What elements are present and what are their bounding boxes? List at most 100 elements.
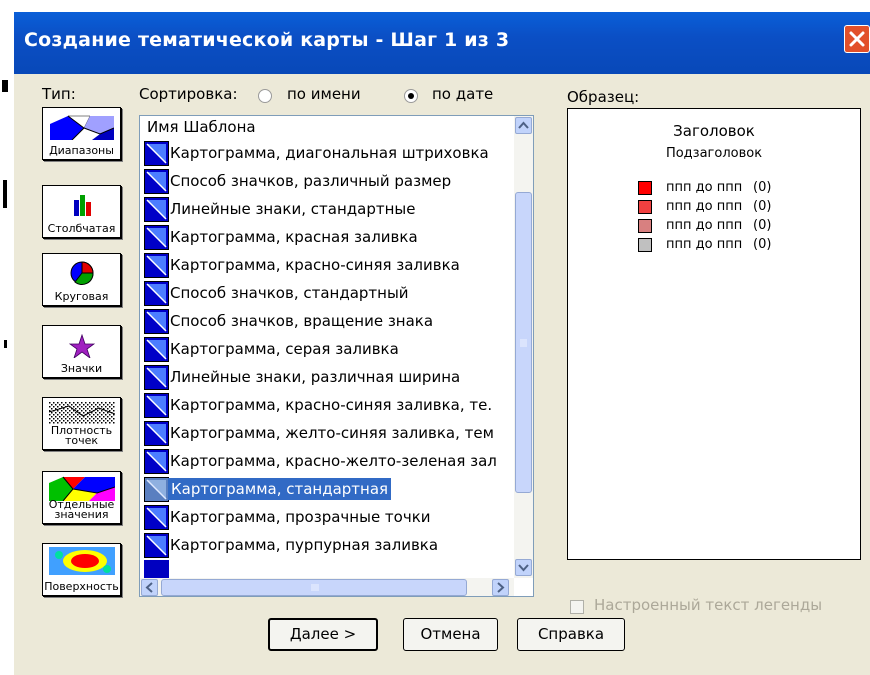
close-button[interactable] [844, 25, 870, 53]
scroll-right-button[interactable] [492, 579, 509, 596]
scroll-up-button[interactable] [515, 117, 532, 134]
partial-list-item [140, 558, 514, 578]
legend-count: (0) [753, 180, 772, 195]
sort-by-name-radio[interactable] [258, 89, 272, 103]
template-name: Картограмма, пурпурная заливка [170, 536, 439, 554]
scroll-down-button[interactable] [515, 559, 532, 576]
template-list-item[interactable]: Картограмма, желто-синяя заливка, тем [140, 420, 514, 448]
legend-swatch [638, 200, 652, 214]
legend-row: ппп до ппп (0) [638, 199, 838, 216]
template-icon [144, 281, 169, 306]
sort-by-name-label[interactable]: по имени [287, 85, 361, 103]
custom-legend-checkbox[interactable] [570, 600, 584, 614]
template-name: Картограмма, желто-синяя заливка, тем [170, 424, 494, 442]
next-button[interactable]: Далее > [268, 618, 378, 651]
title-bar: Создание тематической карты - Шаг 1 из 3 [14, 12, 870, 74]
template-name: Картограмма, диагональная штриховка [170, 144, 489, 162]
type-button-pie-chart[interactable]: Круговая [42, 253, 121, 306]
help-button[interactable]: Справка [517, 618, 625, 651]
template-list-item[interactable]: Картограмма, красно-синяя заливка [140, 252, 514, 280]
scroll-left-button[interactable] [141, 579, 158, 596]
template-name: Линейные знаки, различная ширина [170, 368, 461, 386]
template-icon [144, 197, 169, 222]
vertical-scrollbar[interactable] [514, 116, 533, 578]
template-list-item[interactable]: Картограмма, серая заливка [140, 336, 514, 364]
type-button-bar-chart[interactable]: Столбчатая [42, 185, 121, 238]
template-name: Картограмма, прозрачные точки [170, 508, 431, 526]
template-list-item[interactable]: Картограмма, красно-синяя заливка, те. [140, 392, 514, 420]
template-list-item[interactable]: Линейные знаки, стандартные [140, 196, 514, 224]
sample-subtitle: Подзаголовок [665, 146, 763, 161]
window-title: Создание тематической карты - Шаг 1 из 3 [24, 29, 510, 51]
sort-by-date-radio[interactable] [404, 89, 418, 103]
surface-icon [48, 547, 115, 575]
chevron-right-icon [497, 582, 505, 593]
cancel-button[interactable]: Отмена [403, 618, 498, 651]
template-icon [144, 141, 169, 166]
template-list-item[interactable]: Картограмма, диагональная штриховка [140, 140, 514, 168]
type-button-symbols[interactable]: Значки [42, 325, 121, 378]
type-button-label: Значки [60, 362, 103, 375]
template-name: Картограмма, серая заливка [170, 340, 399, 358]
background-map-fragment [3, 180, 7, 208]
template-name: Картограмма, красная заливка [170, 228, 418, 246]
template-list-item[interactable]: Картограмма, прозрачные точки [140, 504, 514, 532]
template-name: Способ значков, различный размер [170, 172, 452, 190]
template-list-item[interactable]: Способ значков, различный размер [140, 168, 514, 196]
horizontal-scrollbar[interactable] [140, 578, 514, 596]
template-name: Способ значков, вращение знака [170, 312, 434, 330]
template-list-item[interactable]: Картограмма, пурпурная заливка [140, 532, 514, 560]
template-list-item[interactable]: Способ значков, стандартный [140, 280, 514, 308]
legend-row: ппп до ппп (0) [638, 218, 838, 235]
template-icon [144, 253, 169, 278]
vertical-scroll-thumb[interactable] [515, 192, 532, 493]
template-icon [144, 225, 169, 250]
sample-label: Образец: [567, 88, 640, 106]
legend-count: (0) [753, 199, 772, 214]
type-button-label: Круговая [54, 290, 109, 303]
background-map-fragment [4, 340, 7, 348]
grip-icon [311, 584, 319, 591]
sort-by-date-label[interactable]: по дате [432, 85, 493, 103]
close-icon [849, 31, 865, 47]
horizontal-scroll-thumb[interactable] [161, 579, 467, 596]
list-column-header[interactable]: Имя Шаблона [140, 116, 514, 138]
sample-title: Заголовок [673, 122, 755, 140]
template-list-item[interactable]: Линейные знаки, различная ширина [140, 364, 514, 392]
chevron-up-icon [518, 121, 529, 129]
legend-range: ппп до ппп [666, 237, 743, 252]
template-icon [144, 421, 169, 446]
template-list-item[interactable]: Картограмма, красная заливка [140, 224, 514, 252]
template-list-item[interactable]: Картограмма, стандартная [140, 476, 514, 504]
sort-label: Сортировка: [139, 85, 238, 103]
background-area [0, 0, 870, 12]
type-button-label: Поверхность [44, 580, 119, 593]
legend-count: (0) [753, 218, 772, 233]
template-icon [144, 365, 169, 390]
legend-range: ппп до ппп [666, 218, 743, 233]
dot-density-icon [48, 402, 115, 424]
template-icon [144, 560, 169, 578]
legend-row: ппп до ппп (0) [638, 237, 838, 254]
template-list[interactable]: Имя Шаблона Картограмма, диагональная шт… [139, 115, 534, 597]
template-icon [144, 309, 169, 334]
template-name: Линейные знаки, стандартные [170, 200, 416, 218]
thematic-map-dialog: Создание тематической карты - Шаг 1 из 3… [14, 12, 870, 675]
legend-swatch [638, 181, 652, 195]
template-list-item[interactable]: Картограмма, красно-желто-зеленая зал [140, 448, 514, 476]
type-button-ranges[interactable]: Диапазоны [42, 107, 121, 160]
template-icon [144, 393, 169, 418]
template-icon [144, 449, 169, 474]
type-button-surface[interactable]: Поверхность [42, 543, 121, 596]
ranges-icon [49, 114, 114, 140]
type-button-dot-density[interactable]: Плотность точек [42, 397, 121, 450]
type-button-individual-values[interactable]: Отдельные значения [42, 471, 121, 524]
template-list-item[interactable]: Способ значков, вращение знака [140, 308, 514, 336]
template-icon [144, 337, 169, 362]
template-name: Способ значков, стандартный [170, 284, 409, 302]
type-button-label: Столбчатая [47, 222, 116, 235]
chevron-down-icon [518, 564, 529, 572]
template-icon [144, 169, 169, 194]
legend-range: ппп до ппп [666, 199, 743, 214]
template-icon [144, 533, 169, 558]
